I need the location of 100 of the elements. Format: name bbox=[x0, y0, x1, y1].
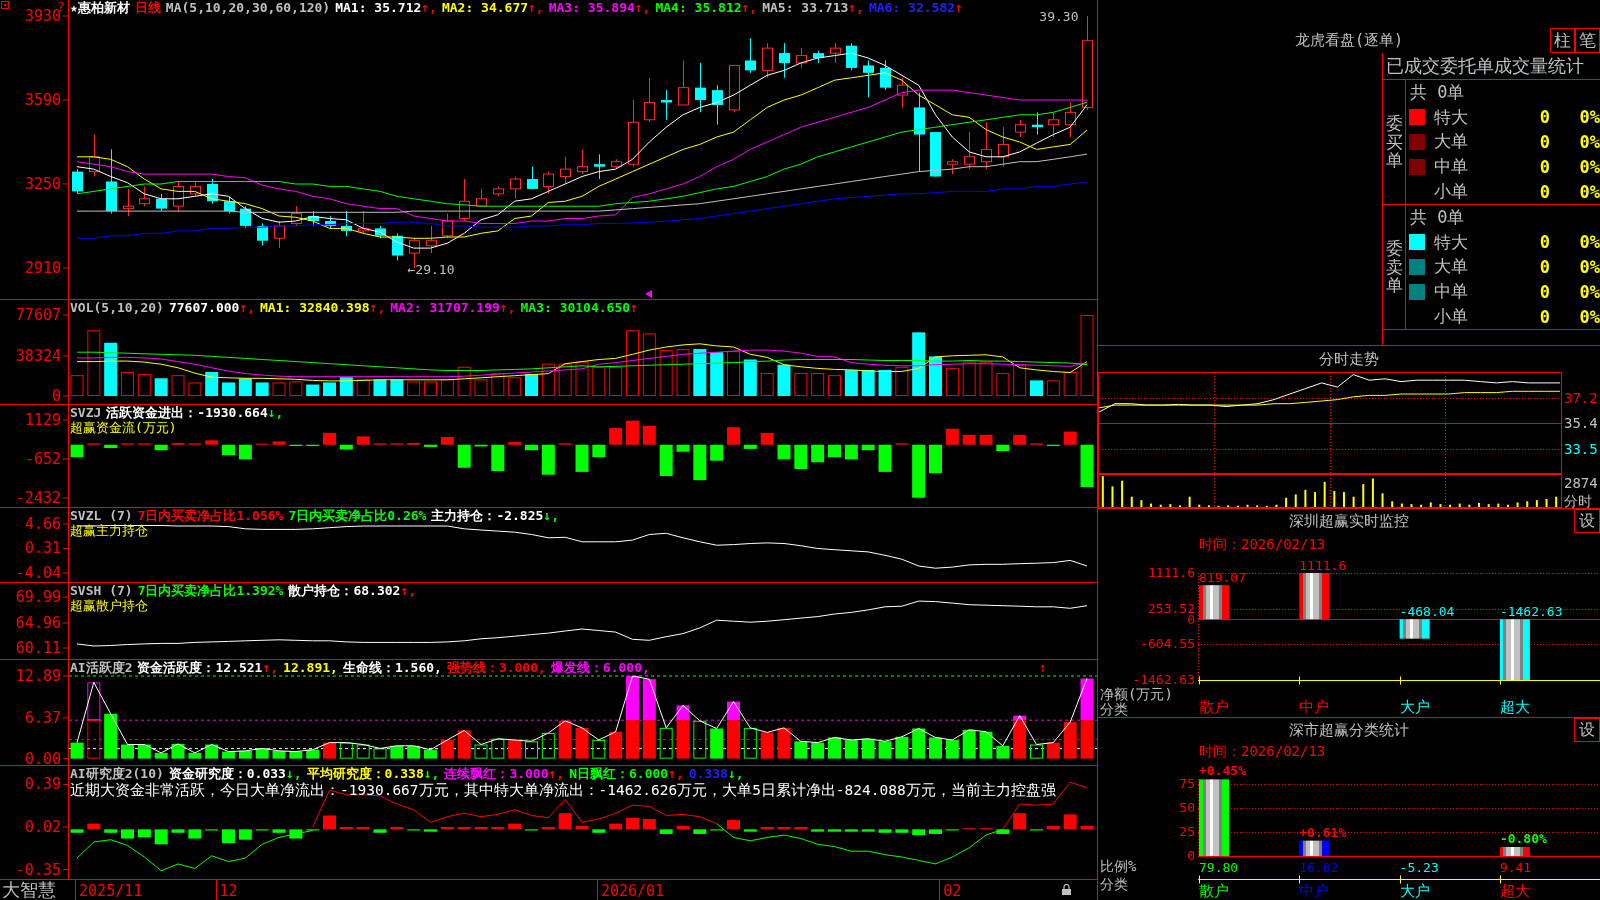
candlestick bbox=[291, 205, 302, 227]
candlestick bbox=[1032, 111, 1043, 136]
trend-arrow: ↑, bbox=[741, 0, 758, 15]
chart-bar bbox=[525, 374, 538, 396]
chart-bar bbox=[1063, 814, 1077, 830]
chart-bar bbox=[272, 750, 286, 759]
candlestick bbox=[72, 168, 83, 195]
square-icon[interactable] bbox=[1, 1, 9, 9]
candlestick bbox=[510, 176, 521, 200]
category-label: 散户 bbox=[1199, 882, 1229, 900]
chart-bar bbox=[104, 444, 118, 448]
chart-bar bbox=[339, 377, 353, 396]
chart-bar bbox=[609, 366, 623, 396]
indicator-caption: 超赢主力持仓 bbox=[70, 523, 149, 538]
chart-bar bbox=[979, 361, 993, 396]
table-header: 已成交委托单成交量统计 bbox=[1383, 53, 1600, 80]
candlestick bbox=[998, 126, 1009, 168]
chart-bar bbox=[659, 444, 673, 477]
chart-bar bbox=[424, 444, 437, 447]
candlestick bbox=[89, 134, 100, 178]
order-size-label: 特大 bbox=[1434, 230, 1469, 254]
value-label: -468.04 bbox=[1399, 604, 1455, 620]
chart-bar bbox=[693, 720, 707, 759]
candlestick bbox=[392, 232, 403, 261]
indicator-label: 12.891, bbox=[283, 660, 338, 675]
chart-bar bbox=[541, 827, 555, 830]
chart-bar bbox=[558, 720, 572, 759]
trend-arrow: ↑, bbox=[421, 0, 437, 15]
settings-button[interactable]: 设 bbox=[1574, 718, 1600, 742]
order-percent: 0% bbox=[1579, 132, 1600, 152]
chart-bar bbox=[272, 382, 286, 396]
chart-bar bbox=[491, 738, 505, 759]
axis-label: 0.31 bbox=[24, 539, 61, 558]
chart-bar bbox=[87, 823, 101, 830]
candlestick bbox=[240, 205, 251, 229]
chart-bar bbox=[794, 444, 808, 470]
chart-bar bbox=[861, 829, 875, 832]
chart-bar bbox=[356, 744, 370, 759]
axis-label: 3250 bbox=[24, 174, 61, 193]
chart-bar bbox=[676, 825, 690, 830]
chart-bar bbox=[171, 375, 185, 396]
axis-label: 25 bbox=[1179, 824, 1195, 839]
chart-bar bbox=[154, 829, 168, 845]
chart-bar bbox=[626, 675, 639, 721]
chart-bar bbox=[541, 363, 555, 396]
trend-arrow: ↓, bbox=[267, 405, 284, 420]
date-label: 2026/01 bbox=[600, 882, 665, 900]
chart-bar bbox=[306, 444, 320, 447]
chart-bar bbox=[1080, 825, 1094, 830]
chart-bar bbox=[137, 829, 151, 838]
chart-bar bbox=[878, 829, 892, 833]
candlestick bbox=[527, 166, 538, 190]
candlestick bbox=[729, 64, 740, 113]
indicator-label: 连续飘红：3.000 bbox=[444, 766, 549, 781]
candlestick bbox=[611, 158, 622, 170]
chart-bar bbox=[424, 829, 437, 832]
chart-bar bbox=[87, 720, 101, 759]
chart-bar bbox=[474, 744, 488, 759]
trend-arrow: ↑, bbox=[262, 660, 279, 675]
candlestick bbox=[123, 188, 134, 217]
chart-bar bbox=[996, 444, 1010, 452]
chart-bar bbox=[272, 441, 286, 445]
order-size-label: 特大 bbox=[1434, 105, 1469, 129]
candlestick bbox=[207, 178, 218, 205]
candlestick bbox=[745, 37, 756, 74]
chart-bar bbox=[895, 366, 909, 396]
candlestick bbox=[375, 225, 386, 239]
chart-bar bbox=[1299, 573, 1330, 620]
order-count: 0 bbox=[1539, 107, 1550, 128]
chart-bar bbox=[1499, 619, 1530, 680]
view-toggle-button[interactable]: 笔 bbox=[1575, 28, 1600, 53]
indicator-label: SVZL (7) bbox=[70, 508, 133, 523]
chart-bar bbox=[104, 713, 118, 759]
axis-label: 38324 bbox=[15, 347, 61, 365]
axis-label: 0.39 bbox=[24, 775, 61, 794]
chart-bar bbox=[626, 330, 639, 396]
date-label: 02 bbox=[943, 882, 962, 900]
chart-bar bbox=[861, 369, 875, 396]
category-label: 中户 bbox=[1299, 698, 1330, 716]
chart-bar bbox=[659, 350, 673, 396]
view-toggle-button[interactable]: 柱 bbox=[1550, 28, 1575, 53]
lock-icon[interactable] bbox=[1062, 884, 1071, 895]
chart-bar bbox=[238, 750, 252, 759]
chart-bar bbox=[676, 444, 690, 452]
candlestick bbox=[358, 210, 369, 234]
chart-bar bbox=[457, 730, 471, 759]
candlestick bbox=[426, 225, 437, 254]
order-count: 0 bbox=[1539, 257, 1550, 277]
chart-bar bbox=[676, 349, 690, 396]
triangle-marker-icon bbox=[645, 290, 652, 298]
timestamp: 时间：2026/02/13 bbox=[1198, 742, 1327, 761]
section-title: 分时走势 bbox=[1318, 349, 1380, 370]
chart-bar bbox=[440, 740, 454, 759]
chart-bar bbox=[491, 373, 505, 396]
settings-button[interactable]: 设 bbox=[1574, 509, 1600, 533]
candlestick bbox=[476, 188, 487, 207]
chart-bar bbox=[861, 444, 875, 451]
indicator-label: MA2: 31707.199 bbox=[390, 300, 500, 315]
chart-bar bbox=[289, 829, 303, 839]
chart-bar bbox=[1199, 585, 1229, 620]
